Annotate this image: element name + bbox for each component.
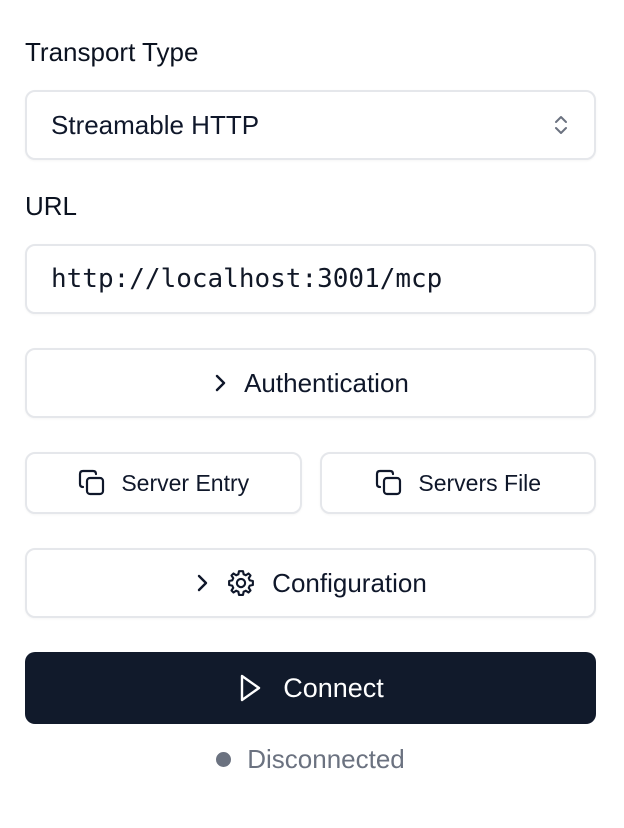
authentication-button[interactable]: Authentication: [25, 348, 596, 418]
chevron-right-icon: [212, 372, 228, 394]
gear-icon: [226, 568, 256, 598]
transport-type-select[interactable]: Streamable HTTP: [25, 90, 596, 160]
server-entry-button[interactable]: Server Entry: [25, 452, 302, 514]
connect-label: Connect: [283, 672, 384, 703]
chevrons-up-down-icon: [552, 112, 570, 138]
copy-icon: [374, 468, 404, 498]
connection-status: Disconnected: [25, 744, 596, 775]
copy-buttons-row: Server Entry Servers File: [25, 452, 596, 514]
servers-file-button[interactable]: Servers File: [319, 452, 596, 514]
connection-panel: Transport Type Streamable HTTP URL http:…: [25, 34, 596, 775]
authentication-label: Authentication: [244, 367, 409, 398]
status-text: Disconnected: [247, 744, 405, 774]
status-dot: [216, 752, 232, 767]
play-icon: [237, 673, 263, 703]
url-label: URL: [25, 191, 78, 221]
configuration-label: Configuration: [272, 567, 427, 598]
server-entry-label: Server Entry: [121, 469, 250, 496]
chevron-right-icon: [194, 572, 210, 594]
transport-type-value: Streamable HTTP: [51, 109, 260, 140]
connect-button[interactable]: Connect: [25, 652, 596, 724]
transport-type-label: Transport Type: [25, 37, 199, 67]
servers-file-label: Servers File: [418, 469, 542, 496]
url-input[interactable]: http://localhost:3001/mcp: [25, 244, 596, 314]
configuration-button[interactable]: Configuration: [25, 548, 596, 618]
copy-icon: [77, 468, 107, 498]
url-value: http://localhost:3001/mcp: [51, 264, 443, 294]
